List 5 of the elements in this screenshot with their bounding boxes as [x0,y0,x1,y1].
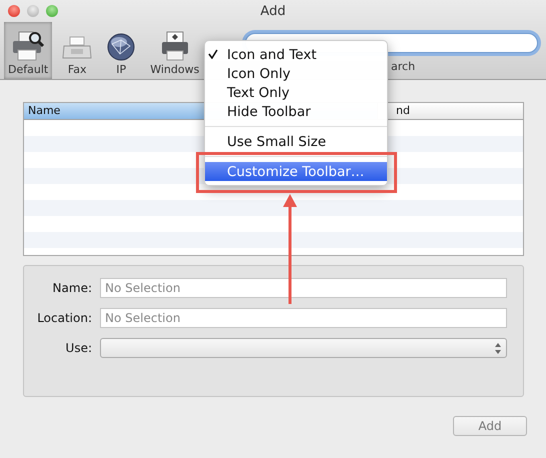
window-title: Add [260,4,286,18]
field-label: Location: [36,311,92,325]
field-label: Name: [52,281,92,295]
field-label: Use: [64,341,92,355]
search-label: arch [391,60,416,73]
